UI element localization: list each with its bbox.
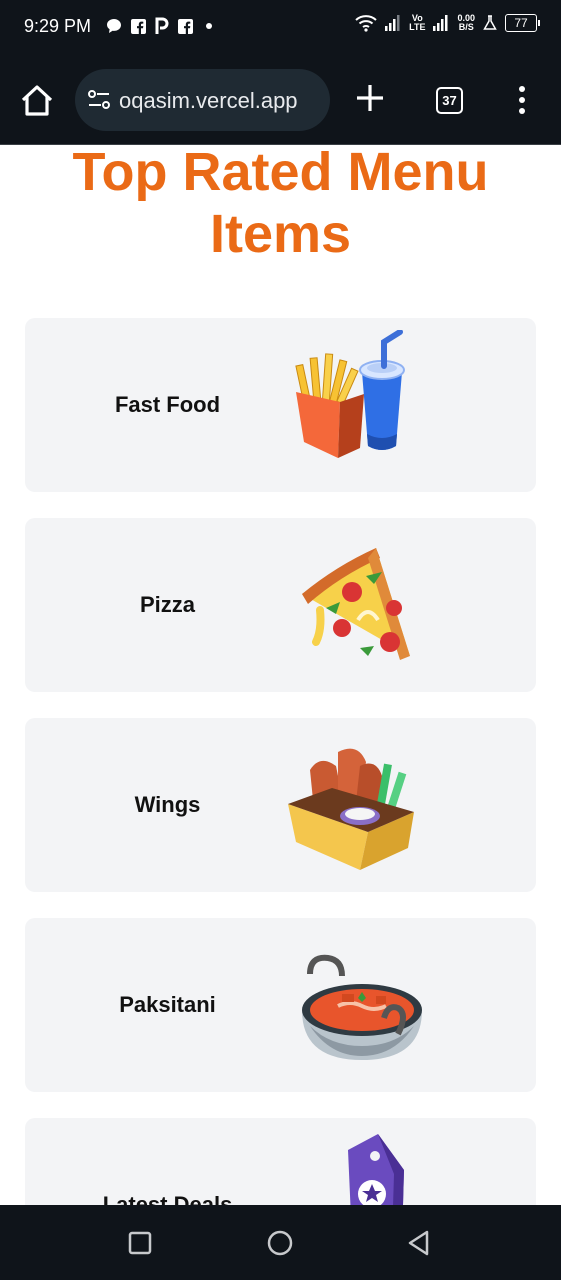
- home-nav-button[interactable]: [263, 1226, 297, 1260]
- site-settings-icon[interactable]: [87, 88, 111, 112]
- home-button[interactable]: [18, 82, 56, 120]
- url-text[interactable]: oqasim.vercel.app: [119, 88, 324, 114]
- card-label: Pizza: [139, 592, 196, 617]
- card-label: Paksitani: [119, 992, 216, 1017]
- system-icons: Vo LTE 0.00 B/S 77: [355, 14, 540, 32]
- status-bar: 9:29 PM Vo LTE 0.00 B/S 77: [0, 0, 561, 56]
- volte-indicator: Vo LTE: [409, 14, 425, 32]
- menu-card-fast-food[interactable]: Fast Food: [25, 318, 536, 492]
- facebook-icon-2: [178, 18, 193, 34]
- card-label: Latest Deals: [102, 1192, 233, 1205]
- signal-icon-2: [433, 15, 448, 31]
- page-title-line-2: Items: [209, 204, 352, 264]
- signal-icon: [385, 15, 400, 31]
- page-title: Top Rated Menu Items: [0, 145, 561, 265]
- wings-box-icon: [288, 748, 414, 870]
- menu-card-latest-deals[interactable]: Latest Deals: [25, 1118, 536, 1205]
- more-menu-icon[interactable]: [512, 84, 532, 116]
- net-speed-unit: B/S: [458, 22, 474, 32]
- facebook-icon: [131, 18, 146, 34]
- card-label: Fast Food: [114, 392, 221, 417]
- pizza-slice-icon: [302, 548, 410, 660]
- fries-and-drink-icon: [295, 330, 405, 458]
- recent-apps-button[interactable]: [123, 1226, 157, 1260]
- card-label: Wings: [134, 792, 201, 817]
- menu-card-wings[interactable]: Wings: [25, 718, 536, 892]
- chat-bubble-icon: [107, 19, 121, 33]
- new-tab-button[interactable]: [352, 80, 388, 116]
- battery-indicator: 77: [505, 14, 540, 32]
- page-content: Top Rated Menu Items Fast Food Pizza Win…: [0, 145, 561, 1205]
- status-time: 9:29 PM: [24, 16, 92, 36]
- net-speed: 0.00 B/S: [457, 14, 475, 32]
- volte-bottom: LTE: [409, 22, 426, 32]
- browser-toolbar: oqasim.vercel.app 37: [0, 56, 561, 145]
- page-title-line-1: Top Rated Menu: [72, 145, 489, 202]
- dot-icon: [206, 23, 212, 29]
- wifi-icon: [355, 15, 377, 32]
- menu-card-pizza[interactable]: Pizza: [25, 518, 536, 692]
- flask-icon: [483, 15, 497, 30]
- address-bar[interactable]: oqasim.vercel.app: [75, 69, 330, 131]
- curry-bowl-icon: [302, 954, 422, 1060]
- p-app-icon: [155, 17, 169, 34]
- menu-card-paksitani[interactable]: Paksitani: [25, 918, 536, 1092]
- back-nav-button[interactable]: [402, 1226, 436, 1260]
- tab-switcher-button[interactable]: 37: [436, 87, 463, 114]
- deal-tag-icon: [348, 1134, 404, 1205]
- notification-icons: [106, 17, 216, 35]
- system-navigation-bar: [0, 1205, 561, 1280]
